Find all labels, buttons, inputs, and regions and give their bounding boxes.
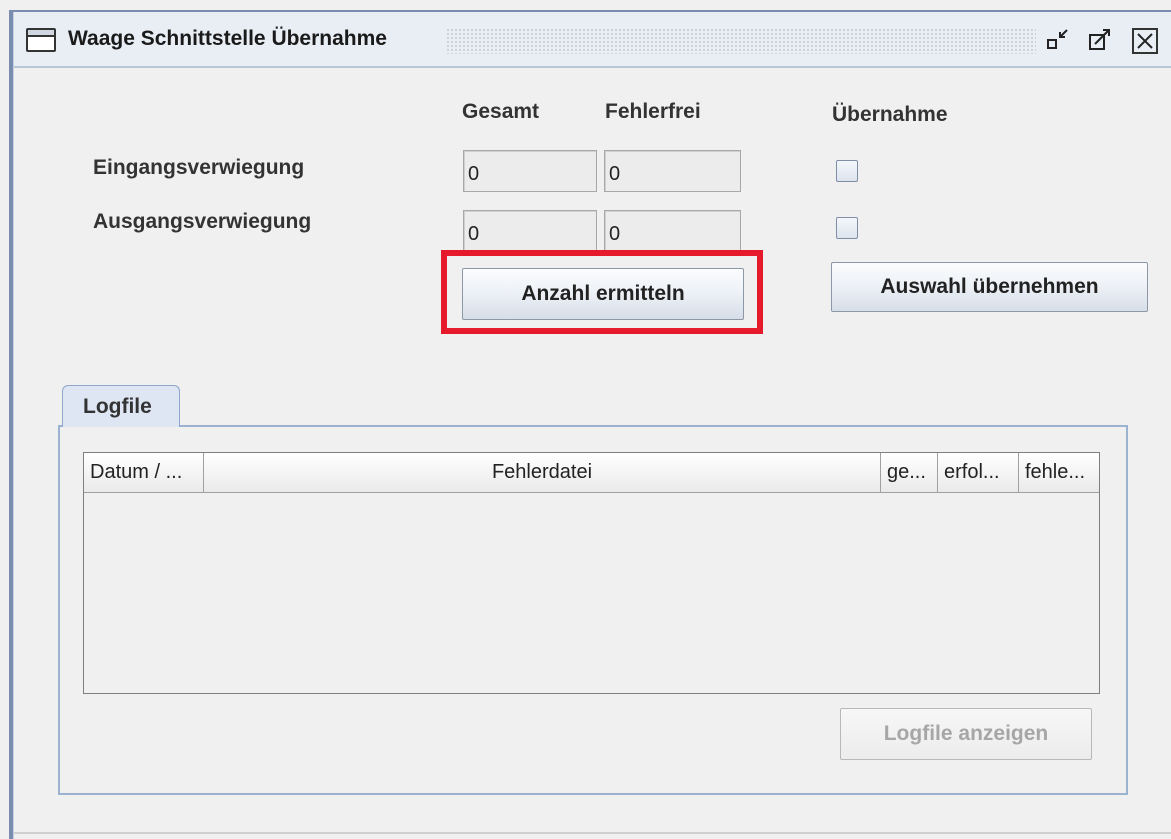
window-bottom-divider xyxy=(14,832,1171,834)
logfile-anzeigen-button[interactable]: Logfile anzeigen xyxy=(840,708,1092,760)
column-header-fehlerhaft[interactable]: fehle... xyxy=(1019,453,1099,492)
minimize-icon[interactable] xyxy=(1044,26,1072,54)
column-header-uebernahme: Übernahme xyxy=(832,103,948,126)
maximize-icon[interactable] xyxy=(1086,26,1114,54)
eingang-fehlerfrei-field[interactable]: 0 xyxy=(604,150,741,192)
close-glyph xyxy=(1137,33,1153,49)
column-header-fehlerdatei[interactable]: Fehlerdatei xyxy=(204,453,881,492)
window-left-border-inner xyxy=(13,12,14,839)
window-titlebar[interactable]: Waage Schnittstelle Übernahme xyxy=(14,12,1171,68)
auswahl-uebernehmen-button[interactable]: Auswahl übernehmen xyxy=(831,262,1148,312)
tab-logfile[interactable]: Logfile xyxy=(62,385,180,427)
window-title: Waage Schnittstelle Übernahme xyxy=(68,27,387,50)
column-header-datum[interactable]: Datum / ... xyxy=(84,453,204,492)
minimize-glyph xyxy=(1047,29,1068,49)
ausgang-gesamt-field[interactable]: 0 xyxy=(463,210,597,252)
column-header-erfolgreich[interactable]: erfol... xyxy=(938,453,1019,492)
eingang-gesamt-field[interactable]: 0 xyxy=(463,150,597,192)
eingang-uebernahme-checkbox[interactable] xyxy=(836,160,858,182)
column-header-gesamt-short[interactable]: ge... xyxy=(881,453,938,492)
row-label-ausgangsverwiegung: Ausgangsverwiegung xyxy=(93,210,312,233)
ausgang-uebernahme-checkbox[interactable] xyxy=(836,217,858,239)
row-label-eingangsverwiegung: Eingangsverwiegung xyxy=(93,156,305,179)
log-table-header: Datum / ... Fehlerdatei ge... erfol... f… xyxy=(84,453,1099,493)
titlebar-drag-area[interactable] xyxy=(446,28,1036,54)
ausgang-fehlerfrei-field[interactable]: 0 xyxy=(604,210,741,252)
close-icon[interactable] xyxy=(1132,28,1158,54)
app-window: Waage Schnittstelle Übernahme Gesamt Feh xyxy=(0,0,1171,839)
log-table[interactable]: Datum / ... Fehlerdatei ge... erfol... f… xyxy=(83,452,1100,694)
window-app-icon xyxy=(26,28,56,52)
column-header-fehlerfrei: Fehlerfrei xyxy=(605,100,701,123)
highlight-box xyxy=(441,250,763,334)
maximize-glyph xyxy=(1089,29,1110,50)
column-header-gesamt: Gesamt xyxy=(462,100,540,123)
